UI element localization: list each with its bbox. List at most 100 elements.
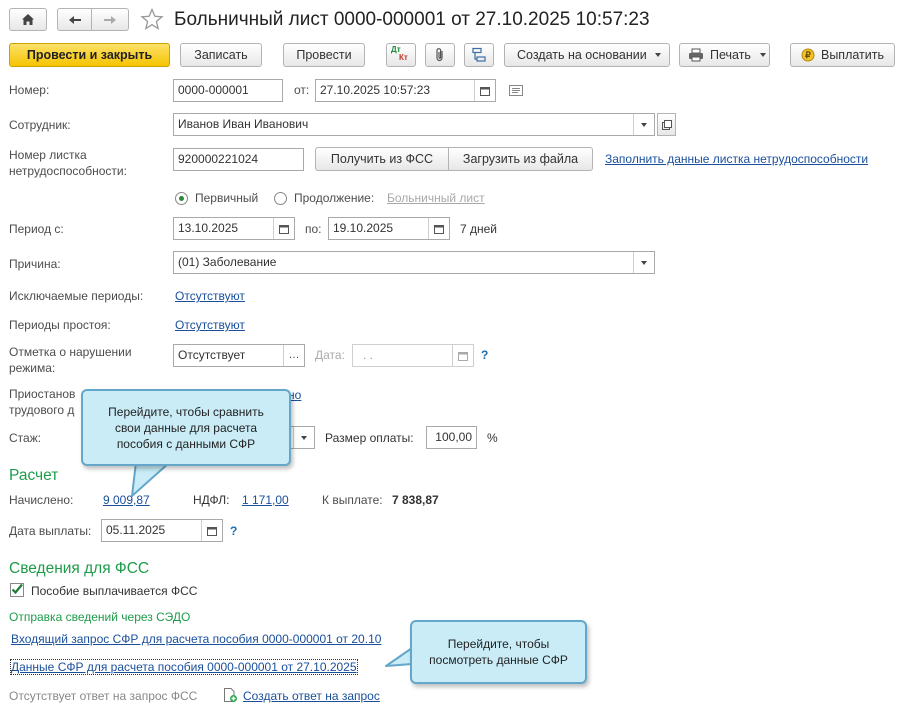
sick-number-field[interactable]: 920000221024	[173, 148, 304, 171]
coin-icon: ₽	[801, 48, 815, 62]
checkmark-icon	[11, 583, 23, 595]
reason-field[interactable]: (01) Заболевание	[173, 251, 655, 274]
pay-button[interactable]: ₽ Выплатить	[790, 43, 895, 67]
document-date-field[interactable]: 27.10.2025 10:57:23	[315, 79, 496, 102]
home-button[interactable]	[9, 8, 47, 31]
continuation-radio-label: Продолжение:	[294, 191, 375, 205]
employee-dropdown-button[interactable]	[633, 114, 654, 135]
days-count: 7 дней	[460, 222, 498, 236]
sfr-data-link[interactable]: Данные СФР для расчета пособия 0000-0000…	[10, 659, 358, 675]
benefit-checkbox[interactable]	[10, 583, 24, 597]
chevron-down-icon	[641, 122, 647, 127]
printer-icon	[689, 48, 703, 62]
pay-size-field[interactable]: 100,00	[426, 426, 477, 449]
hierarchy-icon	[472, 47, 486, 62]
violation-label: Отметка о нарушении режима:	[9, 345, 132, 375]
forward-button[interactable]	[91, 8, 129, 31]
chevron-down-icon	[759, 53, 766, 57]
calendar-button[interactable]	[474, 80, 495, 101]
svg-text:₽: ₽	[805, 50, 811, 60]
tooltip-pointer	[131, 462, 171, 497]
load-from-file-button[interactable]: Загрузить из файла	[448, 147, 593, 171]
accrued-label: Начислено:	[9, 493, 74, 507]
calendar-button[interactable]	[201, 520, 222, 541]
structure-button[interactable]	[464, 43, 494, 67]
ndfl-link[interactable]: 1 171,00	[242, 493, 289, 507]
view-tooltip: Перейдите, чтобы посмотреть данные СФР	[410, 620, 587, 684]
date-from-label: от:	[294, 83, 310, 97]
post-and-close-button[interactable]: Провести и закрыть	[9, 43, 170, 67]
page-title: Больничный лист 0000-000001 от 27.10.202…	[174, 9, 650, 30]
primary-radio[interactable]	[175, 192, 188, 205]
suspension-label: Приостанов трудового д	[9, 387, 76, 417]
dt-kt-button[interactable]: Дт Кт	[386, 43, 416, 67]
no-answer-label: Отсутствует ответ на запрос ФСС	[9, 689, 198, 703]
primary-radio-label: Первичный	[195, 191, 259, 205]
paperclip-icon	[436, 48, 443, 62]
compare-tooltip: Перейдите, чтобы сравнить свои данные дл…	[81, 389, 291, 466]
violation-date-label: Дата:	[315, 348, 345, 362]
payout-value: 7 838,87	[392, 493, 439, 507]
back-button[interactable]	[57, 8, 92, 31]
continuation-link[interactable]: Больничный лист	[387, 191, 485, 205]
create-based-on-button[interactable]: Создать на основании	[504, 43, 670, 67]
excluded-periods-link[interactable]: Отсутствуют	[175, 289, 245, 303]
save-button[interactable]: Записать	[180, 43, 262, 67]
benefit-checkbox-label: Пособие выплачивается ФСС	[31, 584, 198, 598]
payout-label: К выплате:	[322, 493, 383, 507]
home-icon	[22, 14, 34, 25]
employee-label: Сотрудник:	[9, 118, 71, 132]
pay-date-field[interactable]: 05.11.2025	[101, 519, 223, 542]
violation-select-button[interactable]: …	[283, 345, 304, 366]
calendar-icon	[458, 351, 468, 361]
calc-section-title: Расчет	[9, 467, 59, 484]
arrow-right-icon	[104, 15, 116, 24]
period-from-field[interactable]: 13.10.2025	[173, 217, 295, 240]
continuation-radio[interactable]	[274, 192, 287, 205]
get-from-fss-button[interactable]: Получить из ФСС	[315, 147, 449, 171]
reason-label: Причина:	[9, 257, 61, 271]
period-to-label: по:	[305, 222, 322, 236]
stazh-label: Стаж:	[9, 431, 42, 445]
chevron-down-icon	[654, 53, 661, 57]
incoming-request-link[interactable]: Входящий запрос СФР для расчета пособия …	[11, 632, 381, 646]
period-label: Период с:	[9, 222, 64, 236]
calendar-icon	[207, 526, 217, 536]
violation-field[interactable]: Отсутствует …	[173, 344, 305, 367]
arrow-left-icon	[68, 15, 81, 24]
fill-sick-data-link[interactable]: Заполнить данные листка нетрудоспособнос…	[605, 152, 868, 166]
post-button[interactable]: Провести	[283, 43, 365, 67]
sick-number-label: Номер листка нетрудоспособности:	[9, 148, 127, 178]
calendar-button[interactable]	[428, 218, 449, 239]
open-window-icon	[661, 119, 672, 130]
calendar-icon	[434, 224, 444, 234]
number-label: Номер:	[9, 83, 50, 97]
calendar-icon	[279, 224, 289, 234]
attach-button[interactable]	[425, 43, 455, 67]
pay-date-label: Дата выплаты:	[9, 524, 92, 538]
employee-field[interactable]: Иванов Иван Иванович	[173, 113, 655, 136]
calendar-button[interactable]	[273, 218, 294, 239]
number-field[interactable]: 0000-000001	[173, 79, 283, 102]
period-to-field[interactable]: 19.10.2025	[328, 217, 450, 240]
sedo-subtitle: Отправка сведений через СЭДО	[9, 610, 191, 624]
comment-icon[interactable]	[509, 85, 523, 96]
downtime-periods-label: Периоды простоя:	[9, 318, 111, 332]
ndfl-label: НДФЛ:	[193, 493, 230, 507]
create-document-icon	[224, 688, 237, 702]
pay-date-help-icon[interactable]: ?	[230, 524, 237, 538]
violation-help-icon[interactable]: ?	[481, 348, 488, 362]
create-answer-link[interactable]: Создать ответ на запрос	[243, 689, 380, 703]
fss-section-title: Сведения для ФСС	[9, 560, 150, 577]
chevron-down-icon	[641, 260, 647, 265]
stazh-dropdown-button[interactable]	[293, 427, 314, 448]
excluded-periods-label: Исключаемые периоды:	[9, 289, 144, 303]
employee-open-button[interactable]	[657, 113, 676, 136]
calendar-icon	[480, 86, 490, 96]
reason-dropdown-button[interactable]	[633, 252, 654, 273]
violation-date-field: . .	[352, 344, 474, 367]
favorite-star-icon[interactable]	[140, 8, 164, 31]
print-button[interactable]: Печать	[679, 43, 770, 67]
dt-kt-icon: Дт Кт	[391, 45, 408, 62]
downtime-periods-link[interactable]: Отсутствуют	[175, 318, 245, 332]
